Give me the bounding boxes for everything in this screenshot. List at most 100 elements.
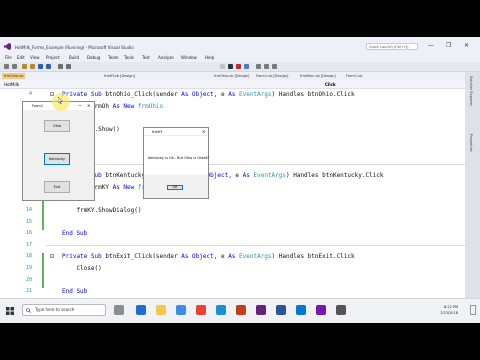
exit-button[interactable]: Exit — [44, 181, 70, 193]
redo-icon[interactable] — [66, 64, 71, 69]
line-number: 17 — [25, 241, 32, 248]
mail-icon[interactable] — [216, 305, 226, 315]
dialog-message: Kentucky is Ok.. But Ohio is Great? — [148, 156, 209, 160]
code-token: , e — [213, 91, 229, 98]
line-number: 15 — [25, 218, 32, 225]
tab-frmohio-design[interactable]: frmOhio.vb [Design] — [212, 73, 251, 79]
outlook-icon[interactable] — [296, 305, 306, 315]
ohio-button[interactable]: Ohio — [44, 120, 70, 132]
step-out-icon[interactable] — [272, 64, 277, 69]
windows-start-icon[interactable] — [6, 307, 14, 315]
project-dropdown[interactable]: HotMilk — [4, 82, 19, 87]
tab-frmky-design[interactable]: frmKY.vb [Design] — [102, 73, 137, 79]
code-line: Close() — [62, 265, 101, 272]
save-icon[interactable] — [38, 64, 43, 69]
screen: HotMilk_Forms_Example (Running) - Micros… — [0, 37, 480, 323]
kentucky-button[interactable]: Kentucky — [44, 153, 70, 165]
code-token: frmKY.ShowDialog() — [62, 207, 142, 214]
onenote-icon[interactable] — [316, 305, 326, 315]
pause-icon[interactable] — [228, 64, 233, 69]
forward-icon[interactable] — [12, 64, 17, 69]
chrome-icon[interactable] — [196, 305, 206, 315]
clock-date[interactable]: 7/23/2018 — [440, 311, 458, 315]
code-token: ) Handles btnExit.Click — [271, 253, 355, 261]
step-over-icon[interactable] — [264, 64, 269, 69]
restart-icon[interactable] — [244, 64, 249, 69]
dialog-title: frmKY — [152, 130, 163, 134]
mouse-pointer-icon — [58, 97, 63, 104]
maximize-button[interactable]: ❐ — [446, 42, 451, 49]
code-line: Private Sub btnOhio_Click(sender As Obje… — [62, 91, 355, 98]
menu-file[interactable]: File — [5, 55, 12, 60]
form1-minimize-icon[interactable]: — — [78, 103, 82, 108]
menu-debug[interactable]: Debug — [87, 55, 100, 60]
code-line: Private Sub btnKentucky_Click(sender As … — [62, 172, 384, 179]
dialog-close-icon[interactable]: ✕ — [202, 129, 205, 134]
line-number: 18 — [25, 253, 32, 260]
app-icon[interactable] — [336, 305, 346, 315]
dialog-footer: OK — [144, 175, 208, 198]
tab-form1-vb[interactable]: Form1.vb — [344, 73, 364, 79]
menu-bar: File Edit View Project Build Debug Team … — [0, 53, 480, 62]
visual-studio-taskbar-icon[interactable] — [256, 305, 266, 315]
task-view-icon[interactable] — [114, 305, 124, 315]
code-token: EventArgs — [239, 253, 272, 261]
ok-button[interactable]: OK — [167, 185, 183, 190]
open-icon[interactable] — [30, 64, 35, 69]
edge-icon[interactable] — [136, 305, 146, 315]
code-token: , e — [228, 172, 243, 180]
taskbar-search-input[interactable]: Type here to search — [22, 304, 106, 316]
line-number: 19 — [25, 265, 32, 271]
undo-icon[interactable] — [58, 64, 63, 69]
code-token: As — [228, 91, 240, 98]
quick-launch-input[interactable]: Quick Launch (Ctrl+Q) — [366, 43, 418, 50]
code-token: As Object — [181, 91, 214, 98]
menu-edit[interactable]: Edit — [17, 55, 25, 60]
change-tracking-bar — [42, 253, 44, 289]
line-number: 21 — [25, 288, 32, 295]
menu-tools[interactable]: Tools — [124, 55, 134, 60]
menu-project[interactable]: Project — [46, 55, 60, 60]
clock-time[interactable]: 8:22 PM — [444, 305, 458, 309]
new-project-icon[interactable] — [22, 64, 27, 69]
dialog-title-bar: frmKY ✕ — [144, 128, 208, 136]
continue-icon[interactable] — [220, 64, 225, 69]
notification-icon[interactable] — [470, 305, 476, 315]
step-into-icon[interactable] — [256, 64, 261, 69]
form1-window: Form1 — ✕ Ohio Kentucky Exit — [22, 101, 95, 201]
back-icon[interactable] — [4, 64, 9, 69]
menu-view[interactable]: View — [30, 55, 40, 60]
menu-window[interactable]: Window — [181, 55, 197, 60]
tab-frmohio-vb[interactable]: frmOhio.vb — [2, 73, 26, 79]
menu-team[interactable]: Team — [108, 55, 119, 60]
menu-build[interactable]: Build — [69, 55, 79, 60]
collapse-region-icon[interactable]: − — [50, 254, 54, 259]
member-dropdown[interactable]: Click — [325, 82, 336, 87]
windows-taskbar: Type here to search 8:22 PM 7/23/2018 — [0, 298, 480, 323]
word-icon[interactable] — [276, 305, 286, 315]
menu-analyze[interactable]: Analyze — [158, 55, 174, 60]
powerpoint-icon[interactable] — [236, 305, 246, 315]
code-line: End Sub — [62, 288, 87, 295]
menu-help[interactable]: Help — [205, 55, 214, 60]
line-number: 14 — [25, 207, 32, 213]
close-button[interactable]: ✕ — [464, 42, 469, 49]
code-token: EventArgs — [253, 172, 286, 180]
tab-form1-design[interactable]: Form1.vb [Design] — [254, 73, 290, 79]
store-icon[interactable] — [176, 305, 186, 315]
tab-frmmain-design[interactable]: frmMain.vb [Design] — [298, 73, 338, 79]
properties-tab[interactable]: Properties — [469, 134, 473, 152]
minimize-button[interactable]: — — [428, 42, 434, 49]
code-line: Private Sub btnExit_Click(sender As Obje… — [62, 253, 355, 260]
frmky-dialog: frmKY ✕ Kentucky is Ok.. But Ohio is Gre… — [143, 127, 209, 199]
form1-close-icon[interactable]: ✕ — [87, 103, 90, 108]
stop-icon[interactable] — [236, 64, 241, 69]
save-all-icon[interactable] — [46, 64, 51, 69]
procedure-separator — [46, 244, 465, 246]
right-side-panels: Solution Explorer Properties — [465, 72, 480, 313]
line-number: 16 — [25, 230, 32, 237]
file-explorer-icon[interactable] — [156, 305, 166, 315]
solution-explorer-tab[interactable]: Solution Explorer — [469, 76, 473, 106]
menu-test[interactable]: Test — [142, 55, 150, 60]
code-token: As — [242, 172, 254, 180]
